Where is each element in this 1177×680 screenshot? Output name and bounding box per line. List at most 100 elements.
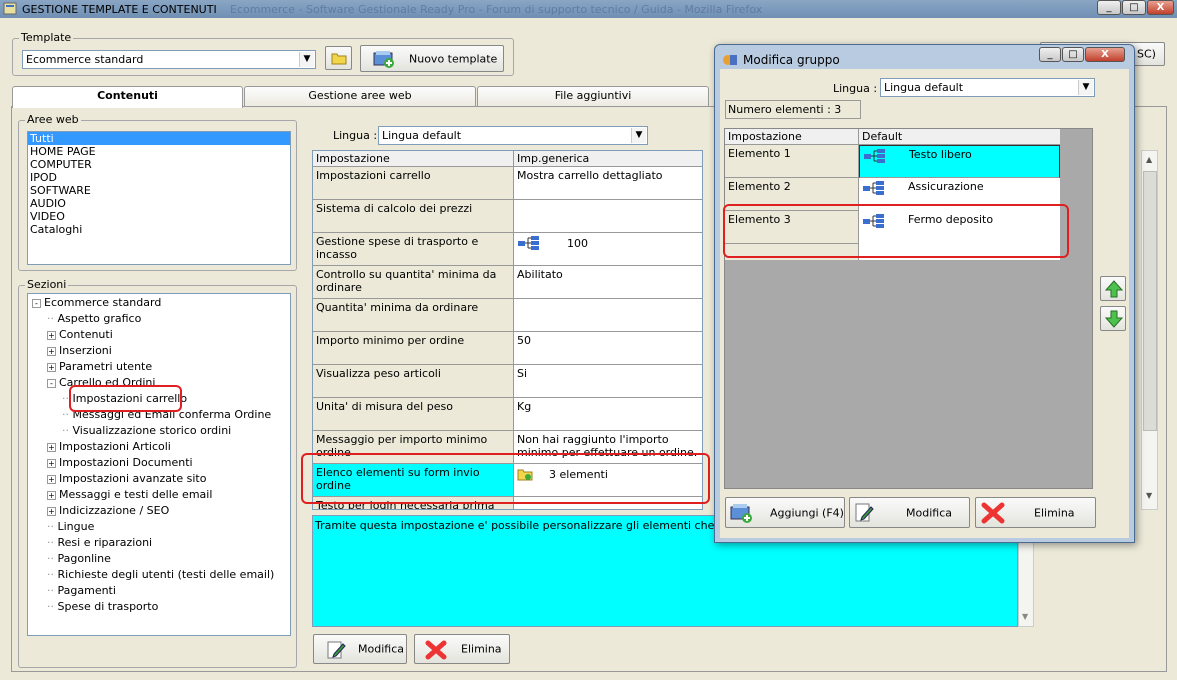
tree-item[interactable]: + Inserzioni xyxy=(47,344,112,357)
tab-contenuti[interactable]: Contenuti xyxy=(12,86,243,108)
expand-icon[interactable]: + xyxy=(47,442,56,452)
scroll-down-icon[interactable]: ▼ xyxy=(1022,612,1028,621)
dialog-modifica-label: Modifica xyxy=(906,506,952,519)
dialog-minimize-button[interactable]: _ xyxy=(1039,47,1061,62)
modifica-button[interactable]: Modifica xyxy=(313,634,407,664)
dialog-close-button[interactable]: X xyxy=(1085,47,1125,62)
aree-web-list[interactable]: Tutti HOME PAGE COMPUTER IPOD SOFTWARE A… xyxy=(27,131,291,265)
list-item[interactable]: AUDIO xyxy=(28,197,290,210)
move-down-button[interactable] xyxy=(1100,306,1126,331)
tree-item[interactable]: + Impostazioni Documenti xyxy=(47,456,193,469)
table-row[interactable]: Gestione spese di trasporto e incasso 100 xyxy=(313,233,702,266)
maximize-button[interactable]: □ xyxy=(1122,0,1146,15)
column-header-imp-generica[interactable]: Imp.generica xyxy=(514,151,702,167)
tree-item[interactable]: ·· Lingue xyxy=(47,520,94,533)
setting-value[interactable]: Kg xyxy=(514,398,702,431)
setting-value[interactable]: 50 xyxy=(514,332,702,365)
open-folder-button[interactable] xyxy=(325,46,352,70)
tree-item-label: Resi e riparazioni xyxy=(57,536,153,549)
list-item[interactable]: SOFTWARE xyxy=(28,184,290,197)
dialog-elimina-button[interactable]: Elimina xyxy=(975,497,1096,528)
sezioni-tree[interactable]: - Ecommerce standard ·· Aspetto grafico + Co… xyxy=(27,293,291,636)
collapse-icon[interactable]: - xyxy=(47,378,56,388)
dialog-column-default[interactable]: Default xyxy=(859,129,1060,145)
expand-icon[interactable]: + xyxy=(47,330,56,340)
setting-name: Quantita' minima da ordinare xyxy=(313,299,514,332)
tree-item[interactable]: + Impostazioni avanzate sito xyxy=(47,472,206,485)
modifica-label: Modifica xyxy=(358,642,404,656)
list-item[interactable]: IPOD xyxy=(28,171,290,184)
tree-item[interactable]: ·· Spese di trasporto xyxy=(47,600,158,613)
scroll-down-icon[interactable]: ▼ xyxy=(1146,491,1152,500)
tree-item[interactable]: + Parametri utente xyxy=(47,360,152,373)
tree-item[interactable]: ·· Pagamenti xyxy=(47,584,116,597)
table-row[interactable]: Importo minimo per ordine 50 xyxy=(313,332,702,365)
list-item[interactable]: COMPUTER xyxy=(28,158,290,171)
column-header-impostazione[interactable]: Impostazione xyxy=(313,151,514,167)
scroll-thumb[interactable] xyxy=(1143,171,1157,431)
tree-item[interactable]: ·· Pagonline xyxy=(47,552,111,565)
list-item[interactable]: VIDEO xyxy=(28,210,290,223)
expand-icon[interactable]: + xyxy=(47,506,56,516)
dialog-lingua-value: Lingua default xyxy=(884,81,964,94)
expand-icon[interactable]: + xyxy=(47,362,56,372)
tree-item-label: Pagonline xyxy=(57,552,111,565)
tree-item[interactable]: + Indicizzazione / SEO xyxy=(47,504,169,517)
tree-item-label: Indicizzazione / SEO xyxy=(59,504,170,517)
dialog-grid[interactable]: Impostazione Default Elemento 1 Testo liber… xyxy=(724,128,1093,489)
main-scrollbar[interactable]: ▲ ▼ xyxy=(1141,150,1158,510)
elimina-button[interactable]: Elimina xyxy=(414,634,510,664)
expand-icon[interactable]: + xyxy=(47,346,56,356)
tree-item[interactable]: ·· Resi e riparazioni xyxy=(47,536,152,549)
tab-gestione-aree-web[interactable]: Gestione aree web xyxy=(244,86,476,106)
setting-value[interactable]: Si xyxy=(514,365,702,398)
tree-item[interactable]: + Contenuti xyxy=(47,328,113,341)
setting-name: Impostazioni carrello xyxy=(313,167,514,200)
tree-item[interactable]: ·· Richieste degli utenti (testi delle e… xyxy=(47,568,274,581)
setting-value[interactable] xyxy=(514,200,702,233)
table-row[interactable]: Elemento 1 Testo libero xyxy=(725,145,1060,178)
setting-value[interactable]: 100 xyxy=(514,233,702,266)
setting-value[interactable] xyxy=(514,299,702,332)
dialog-maximize-button[interactable]: □ xyxy=(1062,47,1084,62)
new-template-button[interactable]: Nuovo template xyxy=(360,45,504,72)
tree-item-label: Impostazioni Articoli xyxy=(59,440,171,453)
minimize-button[interactable]: _ xyxy=(1097,0,1121,15)
aggiungi-button[interactable]: Aggiungi (F4) xyxy=(725,497,845,528)
list-item[interactable]: HOME PAGE xyxy=(28,145,290,158)
table-row[interactable]: Unita' di misura del peso Kg xyxy=(313,398,702,431)
table-row[interactable]: Controllo su quantita' minima da ordinar… xyxy=(313,266,702,299)
expand-icon[interactable]: + xyxy=(47,474,56,484)
list-item[interactable]: Tutti xyxy=(28,132,290,145)
new-template-icon xyxy=(373,51,394,68)
tree-item[interactable]: + Impostazioni Articoli xyxy=(47,440,171,453)
setting-value[interactable]: Mostra carrello dettagliato xyxy=(514,167,702,200)
title-bar: GESTIONE TEMPLATE E CONTENUTI Ecommerce … xyxy=(0,0,1177,18)
lingua-select[interactable]: Lingua default ▼ xyxy=(378,126,648,145)
tree-item[interactable]: ·· Aspetto grafico xyxy=(47,312,141,325)
expand-icon[interactable]: + xyxy=(47,490,56,500)
element-value[interactable]: Testo libero xyxy=(859,145,1060,178)
tree-item[interactable]: - Ecommerce standard xyxy=(32,296,161,309)
tree-item[interactable]: + Messaggi e testi delle email xyxy=(47,488,212,501)
table-row[interactable]: Quantita' minima da ordinare xyxy=(313,299,702,332)
dialog-column-impostazione[interactable]: Impostazione xyxy=(725,129,859,145)
dialog-modifica-button[interactable]: Modifica xyxy=(849,497,970,528)
dialog-lingua-select[interactable]: Lingua default ▼ xyxy=(880,78,1095,97)
close-button[interactable]: X xyxy=(1147,0,1174,15)
scroll-up-icon[interactable]: ▲ xyxy=(1146,155,1152,164)
move-up-button[interactable] xyxy=(1100,276,1126,301)
table-row[interactable]: Sistema di calcolo dei prezzi xyxy=(313,200,702,233)
tree-connector: ·· xyxy=(47,312,58,325)
setting-value[interactable]: Abilitato xyxy=(514,266,702,299)
collapse-icon[interactable]: - xyxy=(32,298,41,308)
template-select[interactable]: Ecommerce standard ▼ xyxy=(22,50,316,69)
tree-item[interactable]: ·· Visualizzazione storico ordini xyxy=(62,424,231,437)
table-row[interactable]: Visualizza peso articoli Si xyxy=(313,365,702,398)
tree-item-label: Aspetto grafico xyxy=(57,312,142,325)
list-item[interactable]: Cataloghi xyxy=(28,223,290,236)
expand-icon[interactable]: + xyxy=(47,458,56,468)
tab-file-aggiuntivi[interactable]: File aggiuntivi xyxy=(477,86,709,106)
sezioni-label: Sezioni xyxy=(25,278,69,291)
table-row[interactable]: Impostazioni carrello Mostra carrello det… xyxy=(313,167,702,200)
